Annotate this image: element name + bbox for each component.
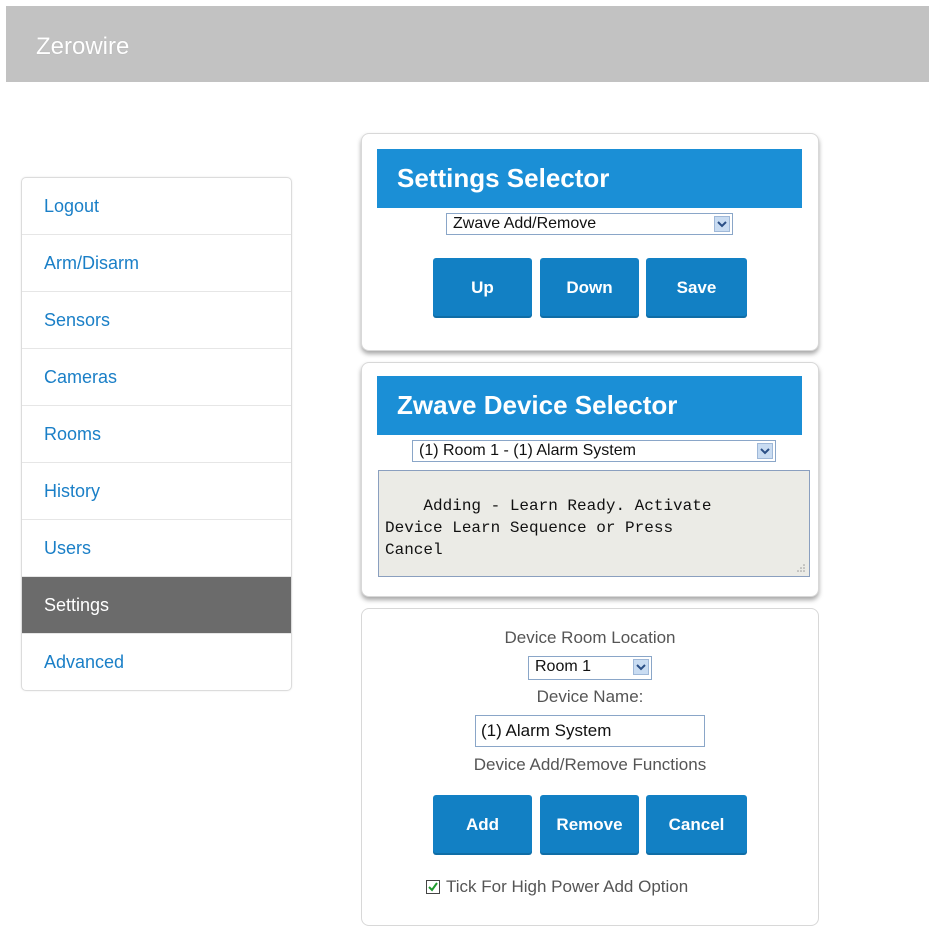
chevron-down-icon bbox=[757, 443, 773, 459]
device-name-label: Device Name: bbox=[536, 687, 644, 706]
settings-select-value: Zwave Add/Remove bbox=[453, 215, 597, 232]
device-name-value: (1) Alarm System bbox=[481, 721, 612, 740]
chevron-down-icon bbox=[633, 659, 649, 675]
cancel-button[interactable]: Cancel bbox=[646, 795, 747, 855]
device-select-value: (1) Room 1 - (1) Alarm System bbox=[419, 442, 636, 459]
device-details-panel: Device Room Location Room 1 Device Name:… bbox=[361, 608, 819, 926]
device-name-input[interactable]: (1) Alarm System bbox=[475, 715, 705, 747]
sidebar-item-cameras[interactable]: Cameras bbox=[22, 349, 291, 406]
sidebar-item-settings[interactable]: Settings bbox=[22, 577, 291, 634]
settings-selector-title: Settings Selector bbox=[377, 149, 802, 208]
device-select[interactable]: (1) Room 1 - (1) Alarm System bbox=[412, 440, 776, 462]
checkmark-icon bbox=[428, 882, 438, 892]
room-select[interactable]: Room 1 bbox=[528, 656, 652, 680]
app-title: Zerowire bbox=[36, 33, 130, 60]
resize-grip-icon[interactable] bbox=[796, 563, 806, 573]
sidebar-item-arm-disarm[interactable]: Arm/Disarm bbox=[22, 235, 291, 292]
chevron-down-icon bbox=[714, 216, 730, 232]
room-location-label: Device Room Location bbox=[504, 628, 676, 647]
sidebar-item-logout[interactable]: Logout bbox=[22, 178, 291, 235]
high-power-checkbox[interactable] bbox=[426, 880, 440, 894]
settings-select[interactable]: Zwave Add/Remove bbox=[446, 213, 733, 235]
status-textarea[interactable]: Adding - Learn Ready. Activate Device Le… bbox=[378, 470, 810, 577]
device-selector-panel: Zwave Device Selector (1) Room 1 - (1) A… bbox=[361, 362, 819, 597]
save-button[interactable]: Save bbox=[646, 258, 747, 318]
room-select-value: Room 1 bbox=[535, 658, 592, 675]
down-button[interactable]: Down bbox=[540, 258, 639, 318]
high-power-option[interactable]: Tick For High Power Add Option bbox=[426, 877, 688, 897]
high-power-label: Tick For High Power Add Option bbox=[446, 877, 689, 896]
add-button[interactable]: Add bbox=[433, 795, 532, 855]
sidebar-item-rooms[interactable]: Rooms bbox=[22, 406, 291, 463]
settings-selector-panel: Settings Selector Zwave Add/Remove Up Do… bbox=[361, 133, 819, 351]
sidebar-item-advanced[interactable]: Advanced bbox=[22, 634, 291, 690]
remove-button[interactable]: Remove bbox=[540, 795, 639, 855]
sidebar-item-users[interactable]: Users bbox=[22, 520, 291, 577]
sidebar-item-sensors[interactable]: Sensors bbox=[22, 292, 291, 349]
sidebar-nav: Logout Arm/Disarm Sensors Cameras Rooms … bbox=[21, 177, 292, 691]
device-selector-title: Zwave Device Selector bbox=[377, 376, 802, 435]
functions-label: Device Add/Remove Functions bbox=[473, 755, 707, 774]
top-bar: Zerowire bbox=[6, 6, 929, 82]
status-text: Adding - Learn Ready. Activate Device Le… bbox=[385, 497, 712, 559]
sidebar-item-history[interactable]: History bbox=[22, 463, 291, 520]
up-button[interactable]: Up bbox=[433, 258, 532, 318]
